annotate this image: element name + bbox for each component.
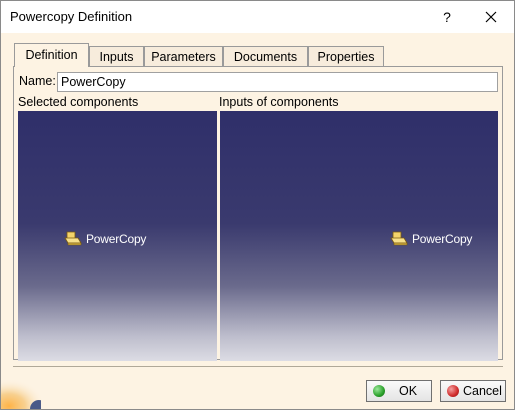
selected-tree-item-label: PowerCopy — [86, 232, 147, 246]
tab-inputs[interactable]: Inputs — [89, 46, 144, 66]
selected-components-label: Selected components — [18, 95, 139, 109]
ok-button[interactable]: OK — [366, 380, 432, 402]
cancel-icon — [447, 385, 459, 397]
tab-documents[interactable]: Documents — [223, 46, 308, 66]
selected-components-viewer[interactable]: PowerCopy — [18, 111, 217, 361]
tab-parameters[interactable]: Parameters — [144, 46, 223, 66]
powercopy-icon — [390, 231, 408, 246]
name-label: Name: — [19, 74, 56, 88]
button-separator — [13, 366, 503, 367]
inputs-of-components-label: Inputs of components — [219, 95, 339, 109]
definition-panel: Name: Selected components Inputs of comp… — [13, 66, 503, 361]
help-button[interactable]: ? — [433, 5, 461, 29]
window-title: Powercopy Definition — [10, 9, 133, 24]
powercopy-icon — [64, 231, 82, 246]
tab-definition[interactable]: Definition — [14, 43, 89, 67]
title-bar[interactable]: Powercopy Definition ? — [1, 1, 514, 33]
name-input[interactable] — [57, 72, 498, 92]
dialog-body: Definition Inputs Parameters Documents P… — [1, 33, 514, 409]
tab-properties[interactable]: Properties — [308, 46, 384, 66]
cancel-label: Cancel — [463, 384, 502, 398]
ok-label: OK — [399, 384, 418, 398]
close-button[interactable] — [476, 5, 506, 29]
inputs-of-components-viewer[interactable]: PowerCopy — [220, 111, 498, 361]
cancel-button[interactable]: Cancel — [440, 380, 506, 402]
inputs-tree-item-label: PowerCopy — [412, 232, 473, 246]
corner-decoration — [1, 379, 41, 409]
powercopy-dialog: Powercopy Definition ? Definition Inputs… — [0, 0, 515, 410]
ok-icon — [373, 385, 385, 397]
close-icon — [485, 11, 497, 23]
